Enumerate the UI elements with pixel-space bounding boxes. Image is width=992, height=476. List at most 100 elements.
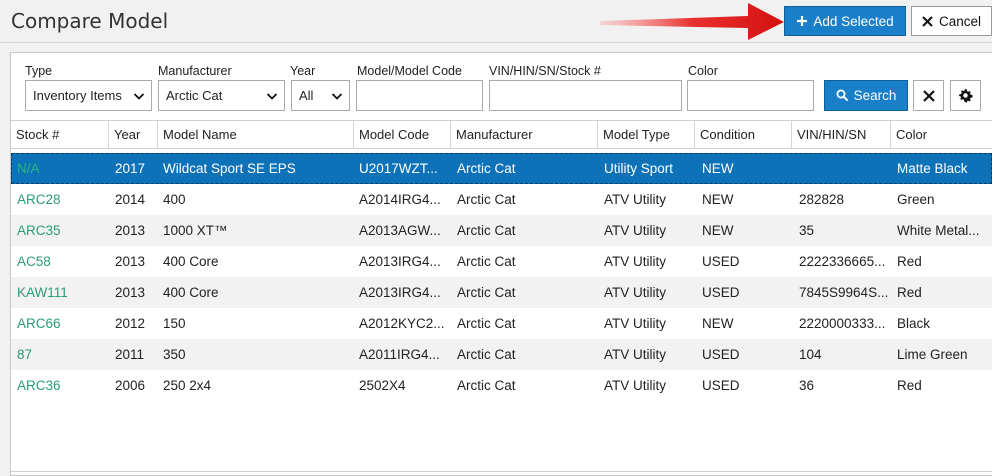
close-icon [922, 89, 935, 102]
stock-link[interactable]: N/A [17, 153, 105, 184]
manufacturer-cell: Arctic Cat [457, 347, 516, 362]
model-name-cell: 1000 XT™ [163, 223, 228, 238]
column-header-manufacturer[interactable]: Manufacturer [450, 121, 597, 149]
stock-link[interactable]: ARC36 [17, 370, 105, 401]
manufacturer-cell: Arctic Cat [457, 316, 516, 331]
year-label: Year [290, 64, 316, 78]
column-header-model-code[interactable]: Model Code [353, 121, 450, 149]
model-code-cell: U2017WZT... [359, 161, 438, 176]
model-code-cell: A2013AGW... [359, 223, 441, 238]
type-label: Type [25, 64, 53, 78]
model-name-cell: Wildcat Sport SE EPS [163, 161, 296, 176]
vin-cell: 36 [799, 378, 815, 393]
model-code-input[interactable] [356, 80, 483, 111]
model-name-cell: 400 Core [163, 254, 219, 269]
year-cell: 2013 [115, 223, 146, 238]
table-row[interactable]: ARC28 2014 400 A2014IRG4... Arctic Cat A… [11, 184, 992, 215]
table-row[interactable]: AC58 2013 400 Core A2013IRG4... Arctic C… [11, 246, 992, 277]
chevron-down-icon [133, 93, 145, 100]
stock-link[interactable]: ARC28 [17, 184, 105, 215]
color-cell: Lime Green [897, 347, 968, 362]
manufacturer-cell: Arctic Cat [457, 161, 516, 176]
plus-icon [797, 16, 808, 26]
table-row[interactable]: N/A 2017 Wildcat Sport SE EPS U2017WZT..… [11, 153, 992, 184]
vin-cell [799, 153, 889, 184]
model-type-cell: ATV Utility [604, 316, 667, 331]
year-cell: 2013 [115, 285, 146, 300]
condition-cell: USED [702, 347, 740, 362]
model-name-cell: 150 [163, 316, 186, 331]
vin-cell: 2222336665... [799, 254, 886, 269]
vin-cell: 2220000333... [799, 316, 886, 331]
column-header-condition[interactable]: Condition [694, 121, 791, 149]
clear-filters-button[interactable] [913, 80, 944, 111]
color-label: Color [688, 64, 718, 78]
color-cell: Red [897, 285, 922, 300]
search-label: Search [853, 88, 897, 103]
cancel-button[interactable]: Cancel [911, 6, 992, 36]
model-type-cell: ATV Utility [604, 192, 667, 207]
manufacturer-cell: Arctic Cat [457, 223, 516, 238]
condition-cell: NEW [702, 316, 734, 331]
condition-cell: USED [702, 285, 740, 300]
stock-link[interactable]: ARC35 [17, 215, 105, 246]
year-select[interactable]: All [291, 80, 350, 111]
manufacturer-cell: Arctic Cat [457, 285, 516, 300]
model-code-cell: A2013IRG4... [359, 254, 441, 269]
column-header-color[interactable]: Color [890, 121, 992, 149]
color-cell: Black [897, 316, 931, 331]
stock-link[interactable]: ARC66 [17, 308, 105, 339]
vin-input[interactable] [489, 80, 682, 111]
table-row[interactable]: ARC66 2012 150 A2012KYC2... Arctic Cat A… [11, 308, 992, 339]
type-select[interactable]: Inventory Items [25, 80, 152, 111]
search-button[interactable]: Search [824, 80, 908, 111]
model-type-cell: ATV Utility [604, 347, 667, 362]
table-row[interactable]: KAW111 2013 400 Core A2013IRG4... Arctic… [11, 277, 992, 308]
model-name-cell: 350 [163, 347, 186, 362]
color-cell: Matte Black [897, 161, 968, 176]
model-name-cell: 400 Core [163, 285, 219, 300]
chevron-down-icon [331, 93, 343, 100]
column-header-vin[interactable]: VIN/HIN/SN [791, 121, 890, 149]
gear-icon [958, 88, 973, 103]
model-type-cell: ATV Utility [604, 223, 667, 238]
column-header-model-name[interactable]: Model Name [157, 121, 353, 149]
manufacturer-label: Manufacturer [158, 64, 232, 78]
condition-cell: NEW [702, 161, 734, 176]
model-type-cell: Utility Sport [604, 161, 674, 176]
chevron-down-icon [266, 93, 278, 100]
model-code-cell: A2012KYC2... [359, 316, 445, 331]
table-row[interactable]: 87 2011 350 A2011IRG4... Arctic Cat ATV … [11, 339, 992, 370]
table-bottom-border [11, 471, 992, 472]
results-table-body: N/A 2017 Wildcat Sport SE EPS U2017WZT..… [11, 153, 992, 401]
stock-link[interactable]: AC58 [17, 246, 105, 277]
year-cell: 2011 [115, 347, 145, 362]
manufacturer-select-value: Arctic Cat [166, 88, 223, 103]
model-name-cell: 400 [163, 192, 186, 207]
vin-cell: 282828 [799, 192, 845, 207]
year-select-value: All [299, 88, 314, 103]
manufacturer-cell: Arctic Cat [457, 192, 516, 207]
color-cell: White Metal... [897, 223, 980, 238]
stock-link[interactable]: 87 [17, 339, 105, 370]
model-type-cell: ATV Utility [604, 285, 667, 300]
column-header-year[interactable]: Year [108, 121, 157, 149]
add-selected-button[interactable]: Add Selected [784, 6, 906, 36]
manufacturer-select[interactable]: Arctic Cat [158, 80, 285, 111]
type-select-value: Inventory Items [33, 88, 122, 103]
column-header-model-type[interactable]: Model Type [597, 121, 694, 149]
model-code-cell: A2011IRG4... [359, 347, 440, 362]
column-header-stock[interactable]: Stock # [11, 121, 108, 149]
settings-button[interactable] [950, 80, 981, 111]
table-row[interactable]: ARC35 2013 1000 XT™ A2013AGW... Arctic C… [11, 215, 992, 246]
search-icon [836, 89, 848, 102]
table-row[interactable]: ARC36 2006 250 2x4 2502X4 Arctic Cat ATV… [11, 370, 992, 401]
model-code-cell: A2013IRG4... [359, 285, 441, 300]
condition-cell: NEW [702, 223, 734, 238]
manufacturer-cell: Arctic Cat [457, 378, 516, 393]
stock-link[interactable]: KAW111 [17, 277, 105, 308]
model-code-label: Model/Model Code [357, 64, 462, 78]
add-selected-label: Add Selected [813, 13, 894, 29]
dialog-title: Compare Model [11, 9, 169, 33]
color-input[interactable] [687, 80, 814, 111]
